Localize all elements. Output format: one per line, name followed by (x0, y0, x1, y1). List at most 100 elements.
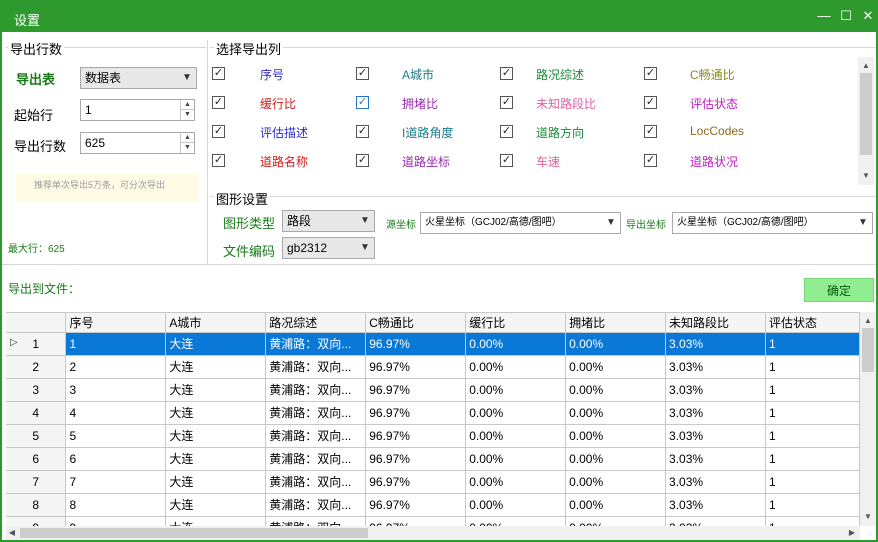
column-checkbox[interactable]: ✓ (500, 96, 513, 109)
table-cell[interactable]: 黄浦路：双向... (265, 401, 367, 425)
table-cell[interactable]: 0.00% (465, 401, 567, 425)
column-checkbox[interactable]: ✓ (212, 154, 225, 167)
export-coord-select[interactable]: 火星坐标（GCJ02/高德/图吧） ▼ (672, 212, 873, 234)
table-row[interactable]: 3 3 大连 黄浦路：双向... 96.97% 0.00% 0.00% 3.03% 1 (6, 378, 860, 402)
table-row[interactable]: 6 6 大连 黄浦路：双向... 96.97% 0.00% 0.00% 3.03% 1 (6, 447, 860, 471)
table-cell[interactable]: 3.03% (665, 493, 766, 517)
column-checkbox[interactable]: ✓ (644, 96, 657, 109)
table-row[interactable]: 5 5 大连 黄浦路：双向... 96.97% 0.00% 0.00% 3.03% 1 (6, 424, 860, 448)
row-header[interactable]: 8 (6, 493, 67, 517)
column-checkbox[interactable]: ✓ (500, 154, 513, 167)
row-header[interactable]: 2 (6, 355, 67, 379)
table-cell[interactable]: 3.03% (665, 424, 766, 448)
table-cell[interactable]: 96.97% (365, 447, 467, 471)
table-cell[interactable]: 黄浦路：双向... (265, 516, 367, 526)
table-cell[interactable]: 5 (65, 424, 167, 448)
column-checkbox[interactable]: ✓ (212, 67, 225, 80)
table-cell[interactable]: 96.97% (365, 470, 467, 494)
table-cell[interactable]: 96.97% (365, 401, 467, 425)
column-checkbox[interactable]: ✓ (212, 96, 225, 109)
table-cell[interactable]: 1 (765, 401, 860, 425)
table-cell[interactable]: 96.97% (365, 424, 467, 448)
table-cell[interactable]: 0.00% (465, 470, 567, 494)
table-cell[interactable]: 0.00% (565, 355, 667, 379)
close-button[interactable]: ✕ (860, 8, 876, 24)
table-cell[interactable]: 96.97% (365, 355, 467, 379)
table-cell[interactable]: 1 (765, 447, 860, 471)
table-cell[interactable]: 大连 (165, 447, 267, 471)
decrement-icon[interactable]: ▼ (181, 143, 194, 153)
table-cell[interactable]: 0.00% (465, 447, 567, 471)
table-cell[interactable]: 3.03% (665, 470, 766, 494)
table-cell[interactable]: 大连 (165, 493, 267, 517)
row-header[interactable]: 6 (6, 447, 67, 471)
table-cell[interactable]: 3.03% (665, 447, 766, 471)
table-cell[interactable]: 0.00% (465, 493, 567, 517)
table-cell[interactable]: 黄浦路：双向... (265, 493, 367, 517)
table-cell[interactable]: 96.97% (365, 493, 467, 517)
scroll-right-icon[interactable]: ▶ (846, 526, 858, 540)
table-cell[interactable]: 1 (765, 516, 860, 526)
table-row[interactable]: 2 2 大连 黄浦路：双向... 96.97% 0.00% 0.00% 3.03% 1 (6, 355, 860, 379)
table-row[interactable]: 7 7 大连 黄浦路：双向... 96.97% 0.00% 0.00% 3.03% 1 (6, 470, 860, 494)
row-header[interactable]: 4 (6, 401, 67, 425)
table-cell[interactable]: 9 (65, 516, 167, 526)
column-checkbox[interactable]: ✓ (644, 125, 657, 138)
table-cell[interactable]: 8 (65, 493, 167, 517)
grid-horizontal-scrollbar[interactable]: ◀ ▶ (6, 526, 860, 540)
table-cell[interactable]: 0.00% (465, 332, 567, 356)
table-cell[interactable]: 大连 (165, 401, 267, 425)
confirm-button[interactable]: 确定 (804, 278, 874, 302)
column-checkbox[interactable]: ✓ (356, 154, 369, 167)
table-cell[interactable]: 1 (765, 332, 860, 356)
table-cell[interactable]: 0.00% (565, 516, 667, 526)
table-cell[interactable]: 3.03% (665, 516, 766, 526)
table-cell[interactable]: 0.00% (565, 424, 667, 448)
table-row[interactable]: 4 4 大连 黄浦路：双向... 96.97% 0.00% 0.00% 3.03% 1 (6, 401, 860, 425)
table-row[interactable]: ▷ 1 1 大连 黄浦路：双向... 96.97% 0.00% 0.00% 3.03% 1 (6, 332, 860, 356)
table-cell[interactable]: 3.03% (665, 378, 766, 402)
table-cell[interactable]: 大连 (165, 332, 267, 356)
table-cell[interactable]: 0.00% (565, 332, 667, 356)
table-cell[interactable]: 1 (765, 493, 860, 517)
column-header[interactable]: A城市 (165, 313, 267, 333)
column-header[interactable]: 未知路段比 (665, 313, 766, 333)
table-cell[interactable]: 黄浦路：双向... (265, 378, 367, 402)
table-cell[interactable]: 1 (765, 378, 860, 402)
row-header[interactable]: 5 (6, 424, 67, 448)
table-cell[interactable]: 0.00% (565, 493, 667, 517)
table-cell[interactable]: 0.00% (565, 470, 667, 494)
scroll-down-icon[interactable]: ▼ (858, 169, 874, 183)
column-header[interactable]: C畅通比 (365, 313, 467, 333)
table-cell[interactable]: 96.97% (365, 378, 467, 402)
table-cell[interactable]: 0.00% (565, 378, 667, 402)
column-checkbox[interactable]: ✓ (500, 125, 513, 138)
increment-icon[interactable]: ▲ (181, 133, 194, 143)
column-header[interactable]: 序号 (65, 313, 167, 333)
table-cell[interactable]: 0.00% (565, 401, 667, 425)
column-checkbox[interactable]: ✓ (356, 96, 369, 109)
table-cell[interactable]: 3 (65, 378, 167, 402)
row-header[interactable]: 7 (6, 470, 67, 494)
table-cell[interactable]: 黄浦路：双向... (265, 332, 367, 356)
encoding-select[interactable]: gb2312 ▼ (282, 237, 375, 259)
table-row[interactable]: 8 8 大连 黄浦路：双向... 96.97% 0.00% 0.00% 3.03% 1 (6, 493, 860, 517)
table-cell[interactable]: 黄浦路：双向... (265, 470, 367, 494)
scroll-up-icon[interactable]: ▲ (860, 314, 876, 328)
table-cell[interactable]: 7 (65, 470, 167, 494)
table-cell[interactable]: 1 (765, 355, 860, 379)
table-cell[interactable]: 大连 (165, 424, 267, 448)
scroll-down-icon[interactable]: ▼ (860, 510, 876, 524)
columns-scrollbar[interactable]: ▲ ▼ (858, 57, 874, 185)
table-cell[interactable]: 1 (765, 424, 860, 448)
title-bar[interactable]: 设置 — ☐ ✕ (2, 2, 876, 32)
column-header[interactable]: 路况综述 (265, 313, 367, 333)
column-checkbox[interactable]: ✓ (644, 67, 657, 80)
table-cell[interactable]: 0.00% (565, 447, 667, 471)
column-checkbox[interactable]: ✓ (212, 125, 225, 138)
table-cell[interactable]: 96.97% (365, 516, 467, 526)
table-cell[interactable]: 4 (65, 401, 167, 425)
scroll-left-icon[interactable]: ◀ (6, 526, 18, 540)
column-checkbox[interactable]: ✓ (356, 67, 369, 80)
scroll-thumb[interactable] (20, 528, 368, 538)
